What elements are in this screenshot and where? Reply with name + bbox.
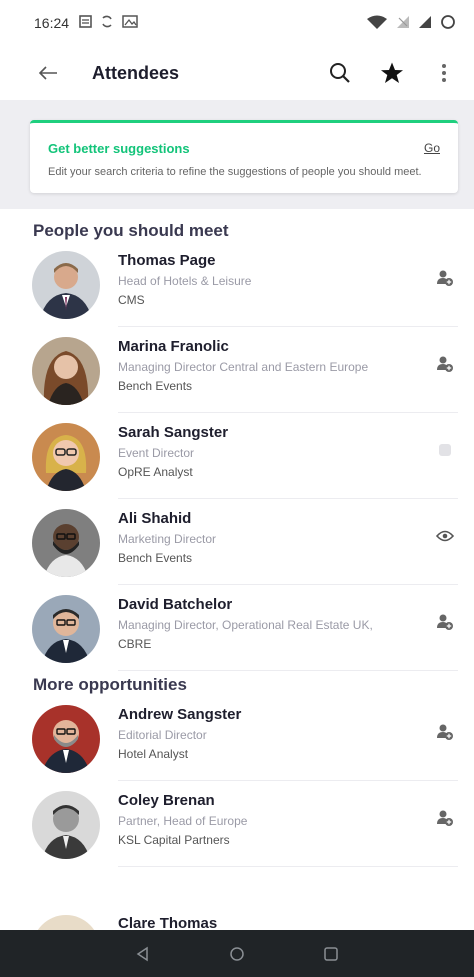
- person-item[interactable]: David Batchelor Managing Director, Opera…: [32, 585, 458, 671]
- person-info: Sarah Sangster Event Director OpRE Analy…: [118, 423, 458, 499]
- person-name: Thomas Page: [118, 251, 216, 269]
- person-name: Sarah Sangster: [118, 423, 229, 441]
- no-signal-icon: [396, 15, 410, 32]
- person-name: Ali Shahid: [118, 509, 192, 527]
- people-list: Thomas Page Head of Hotels & Leisure CMS…: [0, 241, 474, 671]
- section-title-more: More opportunities: [33, 674, 187, 694]
- person-item[interactable]: Sarah Sangster Event Director OpRE Analy…: [32, 413, 458, 499]
- suggestions-banner: Get better suggestions Go Edit your sear…: [30, 120, 458, 193]
- search-icon[interactable]: [326, 59, 354, 87]
- status-time: 16:24: [34, 15, 70, 31]
- notification-doc-icon: [79, 15, 92, 31]
- person-info: Andrew Sangster Editorial Director Hotel…: [118, 705, 458, 781]
- person-item[interactable]: Coley Brenan Partner, Head of Europe KSL…: [32, 781, 458, 867]
- person-name: Coley Brenan: [118, 791, 215, 809]
- person-info: Coley Brenan Partner, Head of Europe KSL…: [118, 791, 458, 867]
- more-list: Andrew Sangster Editorial Director Hotel…: [0, 695, 474, 867]
- add-contact-icon[interactable]: [434, 267, 456, 289]
- back-arrow-icon[interactable]: [34, 59, 62, 87]
- person-name: Andrew Sangster: [118, 705, 242, 723]
- nav-back-icon[interactable]: [131, 942, 155, 966]
- avatar: [32, 915, 100, 930]
- person-info: Marina Franolic Managing Director Centra…: [118, 337, 458, 413]
- person-item[interactable]: Ali Shahid Marketing Director Bench Even…: [32, 499, 458, 585]
- person-company: Bench Events: [118, 550, 193, 565]
- pending-icon[interactable]: [434, 439, 456, 461]
- add-contact-icon[interactable]: [434, 353, 456, 375]
- status-right: [366, 14, 456, 33]
- star-icon[interactable]: [378, 59, 406, 87]
- signal-icon: [418, 15, 432, 32]
- avatar: [32, 790, 100, 859]
- person-name: Clare Thomas: [118, 915, 218, 930]
- person-role: Head of Hotels & Leisure: [118, 273, 252, 288]
- person-company: Hotel Analyst: [118, 746, 189, 761]
- notification-sync-icon: [100, 15, 114, 31]
- person-item[interactable]: Marina Franolic Managing Director Centra…: [32, 327, 458, 413]
- eye-icon[interactable]: [434, 525, 456, 547]
- person-company: CBRE: [118, 636, 152, 651]
- page-title: Attendees: [92, 62, 180, 83]
- avatar: [32, 594, 100, 663]
- avatar: [32, 336, 100, 405]
- banner-text: Edit your search criteria to refine the …: [48, 166, 422, 178]
- person-item[interactable]: Thomas Page Head of Hotels & Leisure CMS: [32, 241, 458, 327]
- app-bar: Attendees: [0, 46, 474, 100]
- partial-person-item: Clare Thomas: [0, 915, 474, 930]
- person-company: KSL Capital Partners: [118, 832, 230, 847]
- more-options-icon[interactable]: [430, 59, 458, 87]
- person-role: Editorial Director: [118, 727, 207, 742]
- person-name: Marina Franolic: [118, 337, 229, 355]
- wifi-icon: [366, 15, 388, 32]
- add-contact-icon[interactable]: [434, 807, 456, 829]
- banner-title: Get better suggestions: [48, 141, 190, 156]
- person-item[interactable]: Andrew Sangster Editorial Director Hotel…: [32, 695, 458, 781]
- person-company: OpRE Analyst: [118, 464, 193, 479]
- suggestions-banner-zone: Get better suggestions Go Edit your sear…: [0, 100, 474, 209]
- banner-go-link[interactable]: Go: [424, 141, 440, 155]
- person-name: David Batchelor: [118, 595, 233, 613]
- status-left: 16:24: [34, 15, 138, 31]
- person-info: Thomas Page Head of Hotels & Leisure CMS: [118, 251, 458, 327]
- nav-home-icon[interactable]: [225, 942, 249, 966]
- add-contact-icon[interactable]: [434, 721, 456, 743]
- section-title-people: People you should meet: [33, 220, 229, 240]
- system-nav-bar: [0, 930, 474, 977]
- person-company: Bench Events: [118, 378, 193, 393]
- avatar: [32, 250, 100, 319]
- avatar: [32, 422, 100, 491]
- add-contact-icon[interactable]: [434, 611, 456, 633]
- nav-recents-icon[interactable]: [319, 942, 343, 966]
- person-company: CMS: [118, 292, 145, 307]
- person-role: Event Director: [118, 445, 195, 460]
- person-info: Ali Shahid Marketing Director Bench Even…: [118, 509, 458, 585]
- avatar: [32, 704, 100, 773]
- person-role: Partner, Head of Europe: [118, 813, 248, 828]
- battery-icon: [440, 14, 456, 33]
- notification-image-icon: [122, 15, 138, 31]
- person-info: David Batchelor Managing Director, Opera…: [118, 595, 458, 671]
- status-notification-icons: [79, 15, 138, 31]
- app-bar-actions: [326, 59, 458, 87]
- person-role: Managing Director, Operational Real Esta…: [118, 617, 373, 632]
- avatar: [32, 508, 100, 577]
- person-role: Managing Director Central and Eastern Eu…: [118, 359, 369, 374]
- person-role: Marketing Director: [118, 531, 217, 546]
- status-bar: 16:24: [0, 0, 474, 46]
